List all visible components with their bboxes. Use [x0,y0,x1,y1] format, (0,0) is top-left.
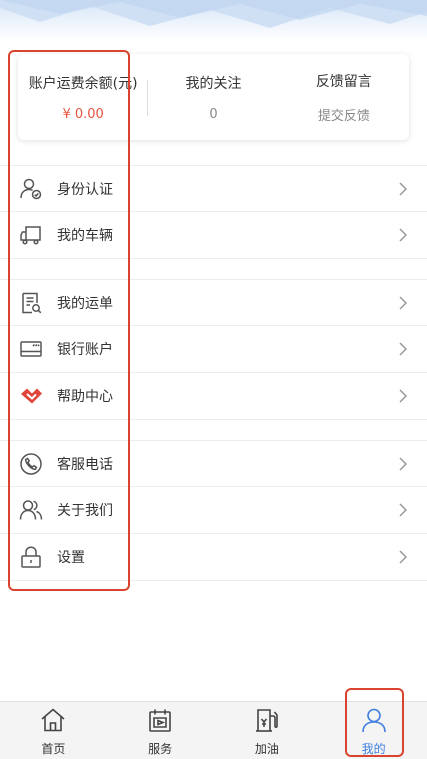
menu-label: 客服电话 [57,456,113,473]
waybill-icon [18,290,44,316]
tab-label: 服务 [148,741,173,756]
phone-icon [18,451,44,477]
feedback-title: 反馈留言 [315,73,372,90]
tab-profile[interactable]: 我的 [320,702,427,759]
menu-label: 我的车辆 [57,228,113,244]
chevron-right-icon [399,182,407,196]
menu-label: 帮助中心 [57,389,113,405]
menu-label: 银行账户 [57,342,113,358]
bottom-tab-bar: 首页 服务 加油 我的 [0,701,427,759]
feedback-stat[interactable]: 反馈留言 提交反馈 [279,54,409,140]
menu-item-customer-service[interactable]: 客服电话 [0,440,427,487]
users-icon [18,497,44,523]
my-follows-value: 0 [209,106,218,122]
my-follows-title: 我的关注 [185,75,242,92]
account-summary-card: 账户运费余额(元) ¥ 0.00 我的关注 0 反馈留言 提交反馈 [18,54,409,140]
menu-item-help-center[interactable]: 帮助中心 [0,373,427,420]
home-icon [39,707,67,737]
menu-label: 设置 [57,550,85,566]
menu-item-settings[interactable]: 设置 [0,534,427,581]
freight-balance-title: 账户运费余额(元) [28,75,138,92]
chevron-right-icon [399,228,407,242]
chevron-right-icon [399,342,407,356]
truck-icon [18,222,44,248]
profile-icon [360,707,388,737]
fuel-icon [253,707,281,737]
tab-service[interactable]: 服务 [107,702,214,759]
menu-group-support: 客服电话 关于我们 设置 [0,440,427,581]
menu-item-about-us[interactable]: 关于我们 [0,487,427,534]
chevron-right-icon [399,550,407,564]
freight-balance-value: ¥ 0.00 [62,106,104,122]
my-follows-stat[interactable]: 我的关注 0 [148,54,278,140]
menu-label: 我的运单 [57,295,113,312]
help-center-icon [18,383,44,409]
tab-label: 加油 [254,741,279,756]
tab-fuel[interactable]: 加油 [214,702,321,759]
menu-label: 关于我们 [57,503,113,519]
chevron-right-icon [399,296,407,310]
menu-group-business: 我的运单 银行账户 帮助中心 [0,279,427,420]
menu-group-identity: 身份认证 我的车辆 [0,165,427,259]
menu-label: 身份认证 [57,181,113,198]
lock-icon [18,544,44,570]
tab-label: 我的 [361,741,386,756]
bank-card-icon [18,336,44,362]
tab-home[interactable]: 首页 [0,702,107,759]
menu-item-bank-account[interactable]: 银行账户 [0,326,427,373]
chevron-right-icon [399,389,407,403]
chevron-right-icon [399,457,407,471]
tab-label: 首页 [41,741,66,756]
id-verify-icon [18,176,44,202]
menu-item-my-vehicles[interactable]: 我的车辆 [0,212,427,259]
chevron-right-icon [399,503,407,517]
freight-balance-stat[interactable]: 账户运费余额(元) ¥ 0.00 [18,54,149,140]
header-background [0,0,427,40]
service-icon [146,707,174,737]
submit-feedback-link[interactable]: 提交反馈 [318,105,370,124]
menu-item-my-waybills[interactable]: 我的运单 [0,279,427,326]
menu-item-identity-verification[interactable]: 身份认证 [0,165,427,212]
